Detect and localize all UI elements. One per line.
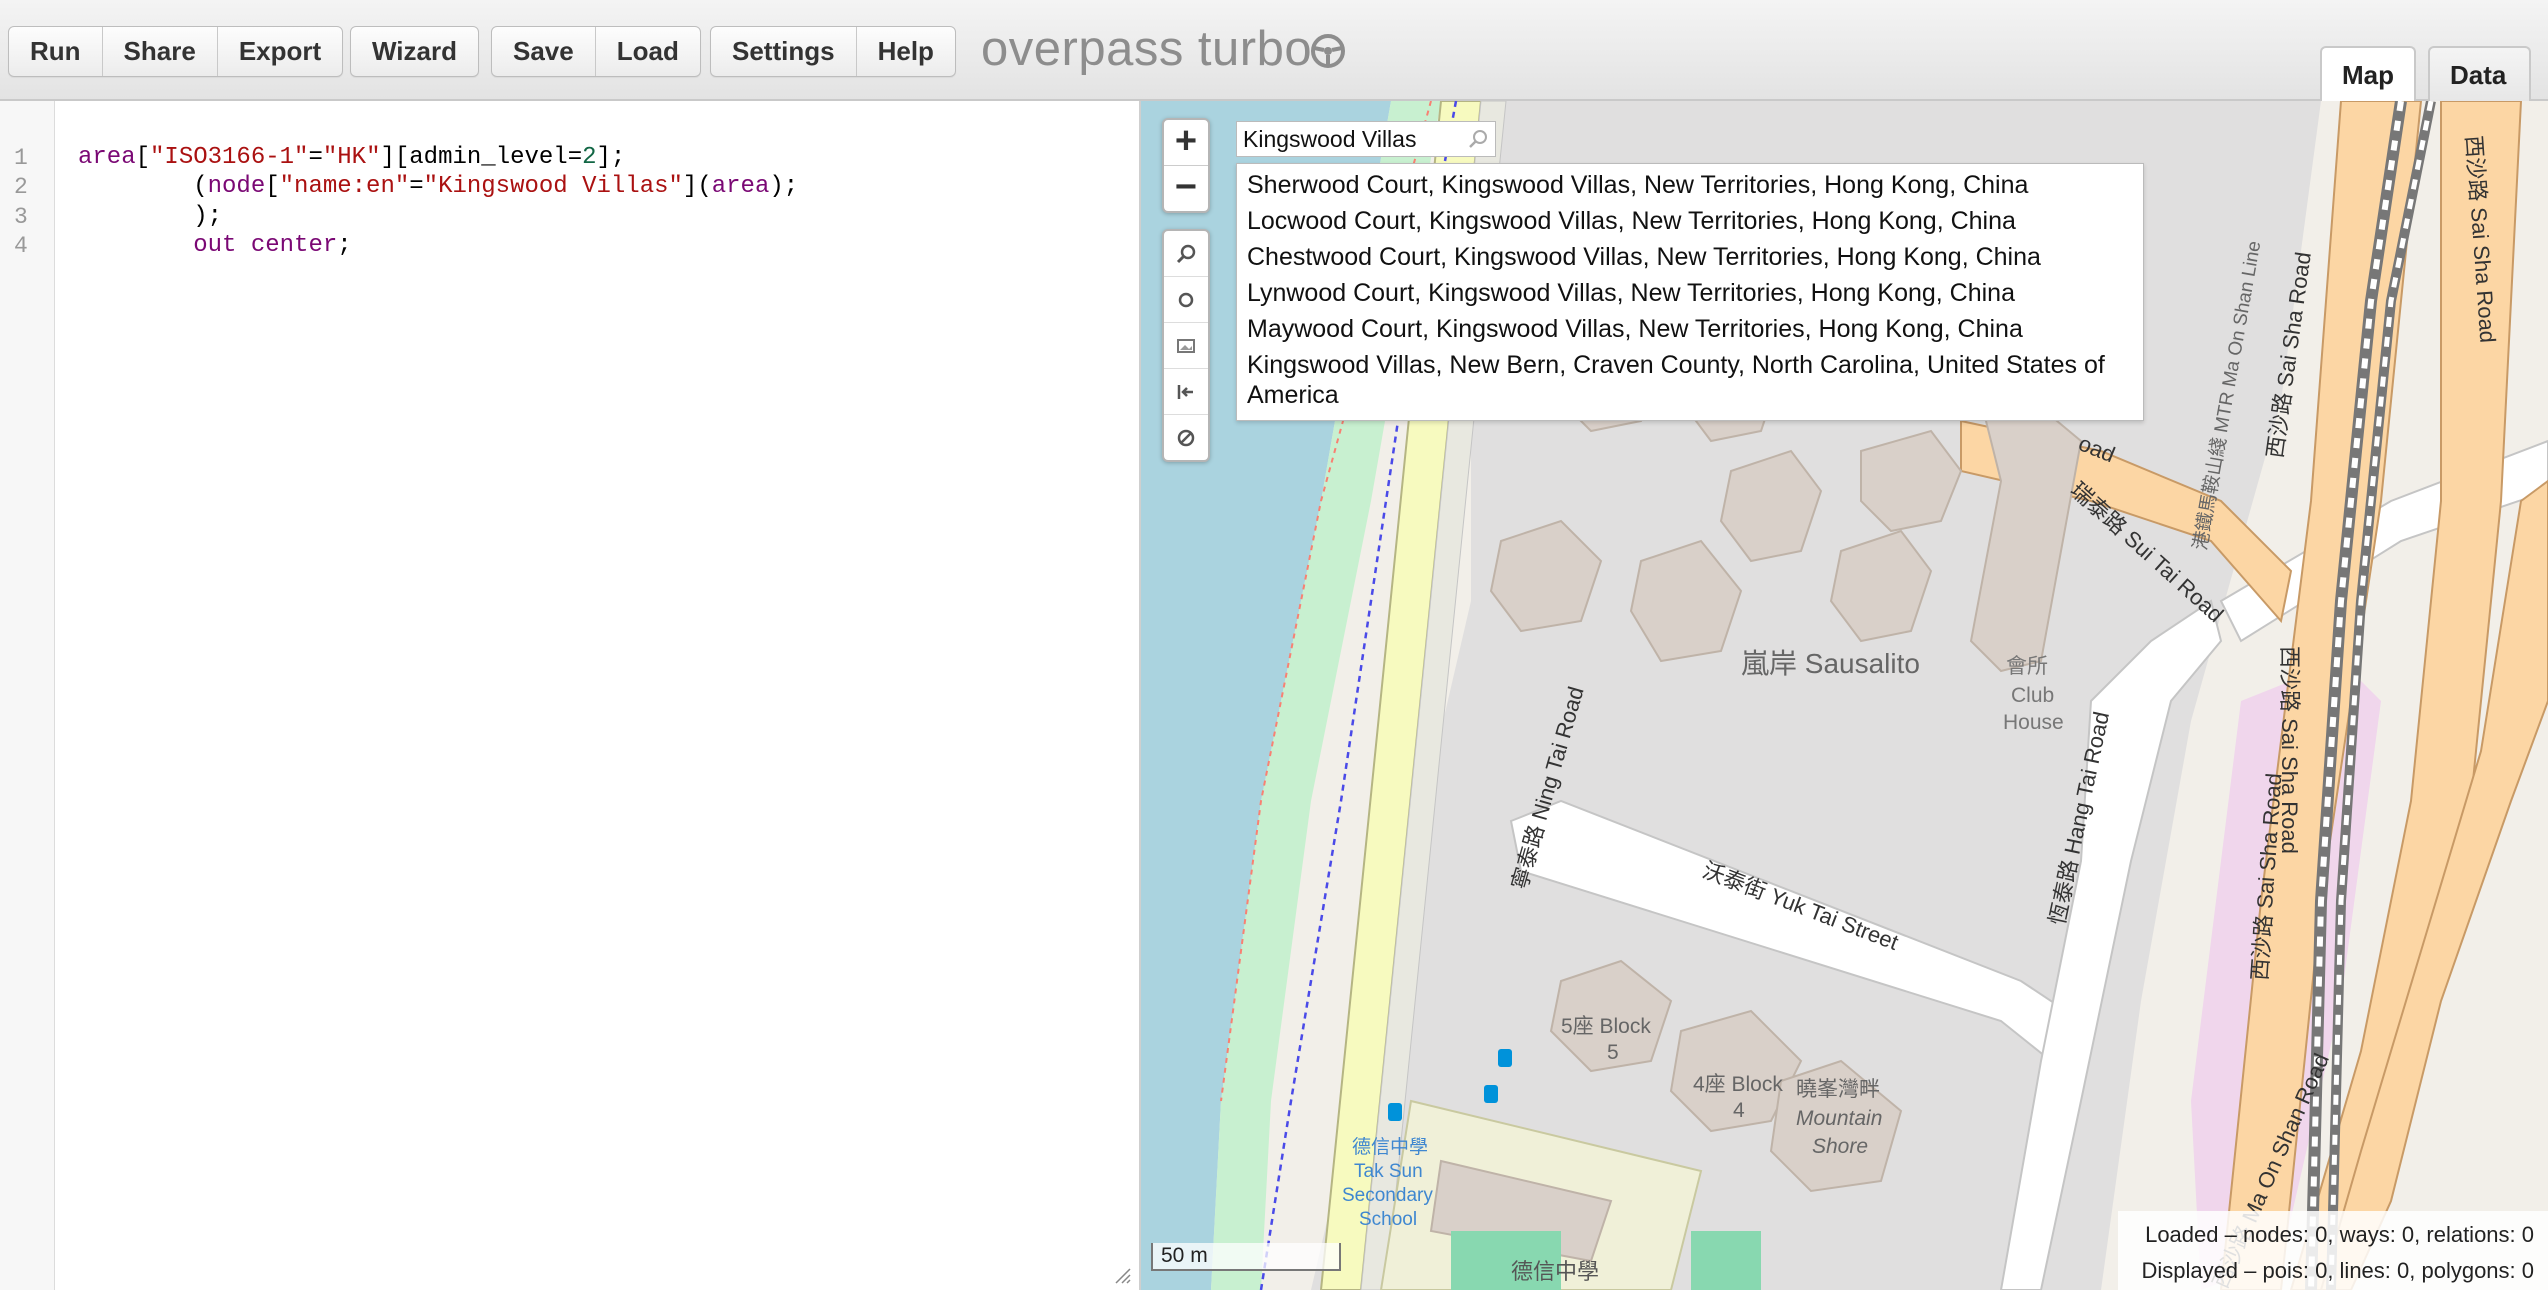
- zoom-control: + −: [1162, 118, 1210, 213]
- wizard-button-group: Wizard: [350, 26, 479, 77]
- search-icon[interactable]: [1467, 128, 1489, 150]
- export-image-icon[interactable]: [1164, 323, 1208, 369]
- search-suggestion-item[interactable]: Kingswood Villas, New Bern, Craven Count…: [1237, 348, 2143, 414]
- tab-data[interactable]: Data: [2428, 46, 2531, 101]
- save-button[interactable]: Save: [492, 27, 596, 76]
- app-title: overpass turbo: [981, 22, 1313, 76]
- map-label-sausalito: 嵐岸 Sausalito: [1741, 648, 1920, 679]
- map-label-club-house: Club: [2011, 684, 2054, 707]
- code-line[interactable]: );: [78, 203, 222, 230]
- line-number-gutter: 1 2 3 4: [0, 101, 55, 1290]
- map-label-block-4: 4: [1733, 1099, 1745, 1122]
- map-label-school: 德信中學: [1511, 1259, 1599, 1284]
- map-label-mountain-shore: Mountain: [1796, 1107, 1882, 1130]
- search-suggestion-item[interactable]: Sherwood Court, Kingswood Villas, New Te…: [1237, 168, 2143, 204]
- map-tool-control: [1162, 229, 1210, 462]
- fit-bounds-icon[interactable]: [1164, 369, 1208, 415]
- clear-icon[interactable]: [1164, 415, 1208, 460]
- loaded-stats: Loaded – nodes: 0, ways: 0, relations: 0: [2145, 1222, 2534, 1247]
- map-label-mountain-shore: 曉峯灣畔: [1796, 1078, 1880, 1101]
- search-suggestion-item[interactable]: Maywood Court, Kingswood Villas, New Ter…: [1237, 312, 2143, 348]
- code-line[interactable]: area["ISO3166-1"="HK"][admin_level=2];: [78, 144, 625, 171]
- map-label-block-5: 5: [1607, 1041, 1619, 1064]
- map-label-school: School: [1359, 1209, 1417, 1230]
- search-suggestion-item[interactable]: Chestwood Court, Kingswood Villas, New T…: [1237, 240, 2143, 276]
- wizard-button[interactable]: Wizard: [351, 27, 478, 76]
- map-label-block-5: 5座 Block: [1561, 1015, 1651, 1038]
- map-label-block-4: 4座 Block: [1693, 1073, 1783, 1096]
- map-scale-bar: 50 m: [1151, 1243, 1341, 1271]
- load-button[interactable]: Load: [596, 27, 700, 76]
- map-view[interactable]: 嵐岸 Sausalito 會所 Club House 寧泰路 Ning Tai …: [1141, 101, 2548, 1290]
- settings-button[interactable]: Settings: [711, 27, 857, 76]
- settings-help-button-group: Settings Help: [710, 26, 956, 77]
- code-line[interactable]: out center;: [78, 232, 351, 259]
- map-label-club-house: 會所: [2006, 655, 2048, 678]
- save-load-button-group: Save Load: [491, 26, 701, 77]
- displayed-stats: Displayed – pois: 0, lines: 0, polygons:…: [2141, 1258, 2534, 1283]
- run-button[interactable]: Run: [9, 27, 103, 76]
- toolbar: Run Share Export Wizard Save Load Settin…: [0, 0, 2548, 103]
- map-search-input[interactable]: [1237, 122, 1463, 156]
- steering-wheel-icon: [1311, 34, 1345, 68]
- code-line[interactable]: (node["name:en"="Kingswood Villas"](area…: [78, 173, 798, 200]
- map-label-mountain-shore: Shore: [1812, 1135, 1868, 1158]
- run-button-group: Run Share Export: [8, 26, 344, 77]
- line-number: 3: [14, 204, 28, 230]
- resize-grip-icon[interactable]: [1113, 1266, 1131, 1284]
- search-suggestion-list: Sherwood Court, Kingswood Villas, New Te…: [1236, 163, 2144, 421]
- search-suggestion-item[interactable]: Locwood Court, Kingswood Villas, New Ter…: [1237, 204, 2143, 240]
- share-button[interactable]: Share: [103, 27, 218, 76]
- map-label-school: 德信中學: [1352, 1136, 1428, 1158]
- query-editor[interactable]: 1 2 3 4 area["ISO3166-1"="HK"][admin_lev…: [0, 101, 1141, 1290]
- line-number: 4: [14, 233, 28, 259]
- zoom-in-button[interactable]: +: [1164, 120, 1208, 166]
- search-suggestion-item[interactable]: Lynwood Court, Kingswood Villas, New Ter…: [1237, 276, 2143, 312]
- line-number: 1: [14, 145, 28, 171]
- zoom-to-data-icon[interactable]: [1164, 231, 1208, 277]
- map-label-club-house: House: [2003, 711, 2064, 734]
- map-label-school: Secondary: [1342, 1185, 1433, 1206]
- data-stats-panel: Loaded – nodes: 0, ways: 0, relations: 0…: [2118, 1211, 2548, 1290]
- export-button[interactable]: Export: [218, 27, 342, 76]
- line-number: 2: [14, 174, 28, 200]
- map-label-school: Tak Sun: [1354, 1161, 1423, 1182]
- tab-map[interactable]: Map: [2320, 46, 2416, 103]
- help-button[interactable]: Help: [857, 27, 955, 76]
- map-search-box: [1236, 121, 1496, 157]
- zoom-out-button[interactable]: −: [1164, 166, 1208, 211]
- current-location-icon[interactable]: [1164, 277, 1208, 323]
